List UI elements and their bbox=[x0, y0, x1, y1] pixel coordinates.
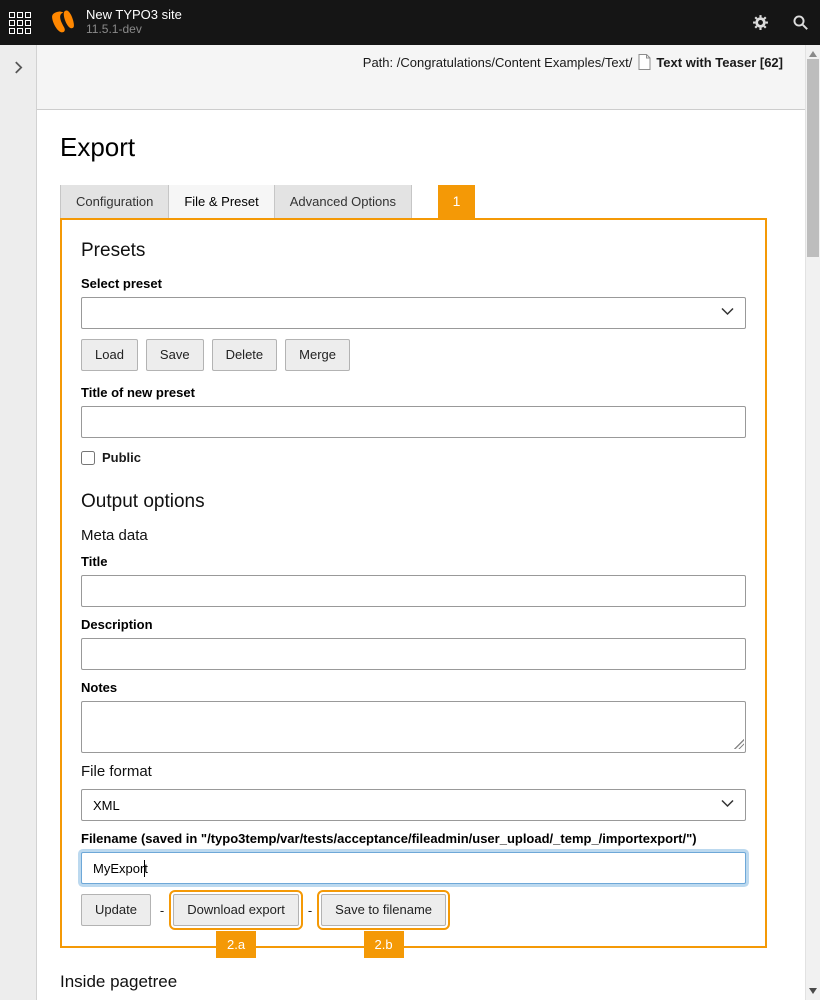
public-checkbox-row: Public bbox=[81, 450, 746, 465]
preset-buttons: Load Save Delete Merge bbox=[81, 339, 746, 371]
breadcrumb-path: Path: /Congratulations/Content Examples/… bbox=[363, 55, 633, 70]
export-action-row: Update - Download export 2.a - Save to f… bbox=[81, 894, 746, 926]
topbar: New TYPO3 site 11.5.1-dev bbox=[0, 0, 820, 45]
scroll-up-icon[interactable] bbox=[809, 51, 817, 57]
merge-button[interactable]: Merge bbox=[285, 339, 350, 371]
module-body: Export Configuration File & Preset Advan… bbox=[37, 110, 805, 1000]
description-input[interactable] bbox=[81, 638, 746, 670]
description-label: Description bbox=[81, 617, 746, 632]
apps-menu-button[interactable] bbox=[0, 0, 40, 45]
page-document-icon bbox=[638, 54, 651, 70]
page-title: Export bbox=[60, 132, 767, 163]
nav-expand-button[interactable] bbox=[0, 49, 37, 85]
gear-icon bbox=[752, 14, 769, 31]
file-format-label: File format bbox=[81, 763, 746, 780]
tab-advanced-options[interactable]: Advanced Options bbox=[275, 185, 412, 218]
title-input[interactable] bbox=[81, 575, 746, 607]
file-preset-panel: Presets Select preset Load Save Delete M… bbox=[60, 218, 767, 948]
separator-dash: - bbox=[160, 903, 164, 918]
public-label: Public bbox=[102, 450, 141, 465]
settings-button[interactable] bbox=[740, 0, 780, 45]
notes-textarea[interactable] bbox=[81, 701, 746, 753]
scrollbar-thumb[interactable] bbox=[807, 59, 819, 257]
vertical-scrollbar[interactable] bbox=[805, 45, 820, 1000]
filename-label: Filename (saved in "/typo3temp/var/tests… bbox=[81, 831, 746, 846]
save-button[interactable]: Save bbox=[146, 339, 204, 371]
select-preset-label: Select preset bbox=[81, 276, 746, 291]
annotation-badge-1: 1 bbox=[438, 185, 475, 218]
preset-select[interactable] bbox=[81, 297, 746, 329]
annotation-badge-2b: 2.b bbox=[364, 931, 404, 958]
magnifier-icon bbox=[792, 14, 809, 31]
text-cursor bbox=[144, 860, 145, 877]
docheader: Path: /Congratulations/Content Examples/… bbox=[37, 45, 820, 110]
meta-data-heading: Meta data bbox=[81, 527, 746, 544]
module-nav-strip bbox=[0, 45, 37, 1000]
search-button[interactable] bbox=[780, 0, 820, 45]
inside-pagetree-heading: Inside pagetree bbox=[60, 972, 767, 992]
brand[interactable]: New TYPO3 site 11.5.1-dev bbox=[50, 8, 182, 37]
scroll-down-icon[interactable] bbox=[809, 988, 817, 994]
download-export-button[interactable]: Download export 2.a bbox=[173, 894, 299, 926]
tab-configuration[interactable]: Configuration bbox=[60, 185, 169, 218]
save-to-filename-button[interactable]: Save to filename 2.b bbox=[321, 894, 446, 926]
title-label: Title bbox=[81, 554, 746, 569]
filename-input[interactable] bbox=[81, 852, 746, 884]
public-checkbox[interactable] bbox=[81, 451, 95, 465]
breadcrumb: Path: /Congratulations/Content Examples/… bbox=[363, 54, 783, 70]
file-format-select-wrap: XML bbox=[81, 789, 746, 821]
update-button[interactable]: Update bbox=[81, 894, 151, 926]
separator-dash: - bbox=[308, 903, 312, 918]
new-preset-title-label: Title of new preset bbox=[81, 385, 746, 400]
tab-file-preset[interactable]: File & Preset bbox=[169, 185, 274, 218]
delete-button[interactable]: Delete bbox=[212, 339, 278, 371]
annotation-badge-2a: 2.a bbox=[216, 931, 256, 958]
preset-select-wrap bbox=[81, 297, 746, 329]
typo3-logo-icon bbox=[50, 9, 76, 35]
tab-bar: Configuration File & Preset Advanced Opt… bbox=[60, 185, 767, 218]
filename-input-wrap bbox=[81, 852, 746, 884]
site-version: 11.5.1-dev bbox=[86, 23, 182, 37]
presets-heading: Presets bbox=[81, 240, 746, 262]
output-options-heading: Output options bbox=[81, 491, 746, 513]
chevron-right-icon bbox=[14, 61, 23, 74]
notes-label: Notes bbox=[81, 680, 746, 695]
notes-textarea-wrap bbox=[81, 701, 746, 753]
resize-handle-icon[interactable] bbox=[734, 739, 744, 749]
load-button[interactable]: Load bbox=[81, 339, 138, 371]
site-title: New TYPO3 site bbox=[86, 8, 182, 23]
file-format-select[interactable]: XML bbox=[81, 789, 746, 821]
new-preset-title-input[interactable] bbox=[81, 406, 746, 438]
grid-3x3-icon bbox=[9, 12, 31, 34]
breadcrumb-record-link[interactable]: Text with Teaser [62] bbox=[656, 55, 783, 70]
